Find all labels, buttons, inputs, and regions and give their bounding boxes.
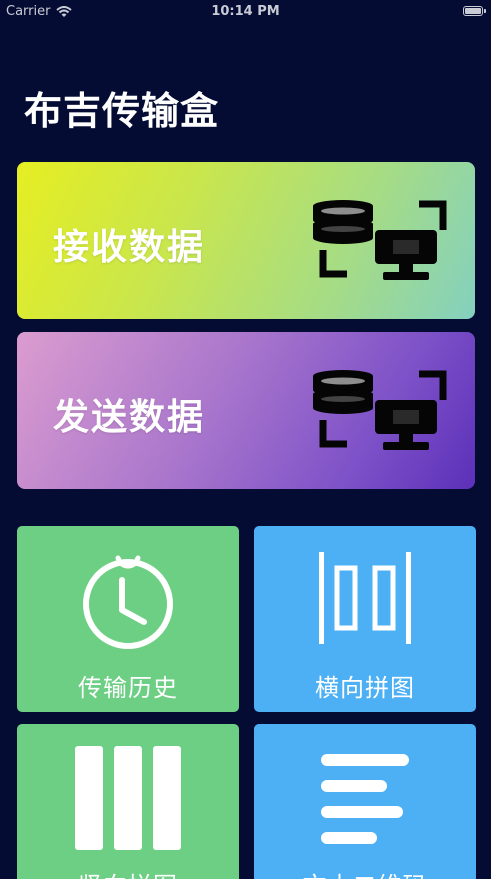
app-screen: Carrier 10:14 PM 布吉传输盒 接收数据 发送数据 传输历史 横向…	[0, 0, 491, 879]
transfer-history-button[interactable]: 传输历史	[17, 526, 239, 712]
vertical-stitch-icon	[75, 746, 181, 850]
text-qrcode-label: 文本二维码	[254, 866, 476, 879]
text-lines-icon	[321, 754, 409, 844]
text-qrcode-button[interactable]: 文本二维码	[254, 724, 476, 879]
receive-data-button[interactable]: 接收数据	[17, 162, 475, 319]
receive-data-label: 接收数据	[53, 227, 206, 268]
clock-icon	[83, 555, 173, 649]
status-time: 10:14 PM	[211, 4, 280, 19]
horizontal-stitch-button[interactable]: 横向拼图	[254, 526, 476, 712]
horizontal-stitch-label: 横向拼图	[315, 674, 415, 702]
vertical-stitch-label: 竖向拼图	[17, 866, 239, 879]
send-data-label: 发送数据	[53, 397, 206, 438]
vertical-stitch-button[interactable]: 竖向拼图	[17, 724, 239, 879]
battery-icon	[463, 6, 486, 16]
status-bar: Carrier 10:14 PM	[0, 0, 491, 24]
data-transfer-icon	[313, 200, 447, 280]
data-transfer-icon	[313, 370, 447, 450]
page-title: 布吉传输盒	[24, 89, 220, 133]
horizontal-stitch-icon	[319, 552, 411, 644]
transfer-history-label: 传输历史	[78, 674, 178, 702]
send-data-button[interactable]: 发送数据	[17, 332, 475, 489]
